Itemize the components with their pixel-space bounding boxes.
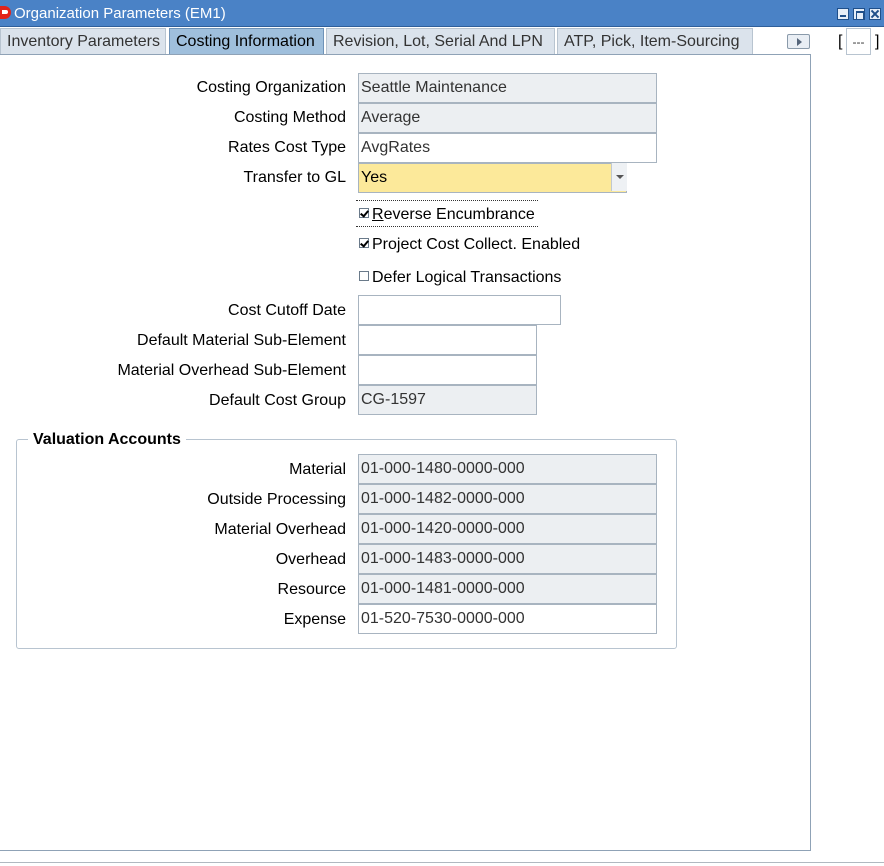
window-title: Organization Parameters (EM1) xyxy=(14,5,226,22)
expense-label: Expense xyxy=(283,611,346,628)
default-cost-group-label: Default Cost Group xyxy=(209,392,346,409)
outside-processing-field[interactable]: 01-000-1482-0000-000 xyxy=(358,484,657,514)
tab-atp-pick-item-sourcing[interactable]: ATP, Pick, Item-Sourcing xyxy=(557,28,753,55)
bottom-divider xyxy=(0,862,884,863)
resource-field[interactable]: 01-000-1481-0000-000 xyxy=(358,574,657,604)
tab-inventory-parameters[interactable]: Inventory Parameters xyxy=(0,28,166,55)
transfer-to-gl-select[interactable]: Yes xyxy=(358,163,627,193)
valuation-accounts-title: Valuation Accounts xyxy=(28,431,186,449)
material-overhead-label: Material Overhead xyxy=(214,521,346,538)
reverse-encumbrance-mnemonic: R xyxy=(372,206,384,223)
open-bracket: [ xyxy=(838,33,843,50)
tab-costing-information[interactable]: Costing Information xyxy=(169,28,324,56)
cost-cutoff-date-field[interactable] xyxy=(358,295,561,325)
default-cost-group-field[interactable]: CG-1597 xyxy=(358,385,537,415)
close-bracket: ] xyxy=(875,33,880,50)
costing-method-field[interactable]: Average xyxy=(358,103,657,133)
rates-cost-type-label: Rates Cost Type xyxy=(228,139,346,156)
chevron-down-icon[interactable] xyxy=(611,163,627,191)
outside-processing-label: Outside Processing xyxy=(207,491,346,508)
resource-label: Resource xyxy=(277,581,346,598)
cost-cutoff-date-label: Cost Cutoff Date xyxy=(228,302,346,319)
overhead-field[interactable]: 01-000-1483-0000-000 xyxy=(358,544,657,574)
reverse-encumbrance-label-rest: everse Encumbrance xyxy=(383,206,535,223)
material-account-field[interactable]: 01-000-1480-0000-000 xyxy=(358,454,657,484)
tab-revision-lot-serial-lpn[interactable]: Revision, Lot, Serial And LPN xyxy=(326,28,555,55)
default-material-sub-label: Default Material Sub-Element xyxy=(137,332,346,349)
material-overhead-sub-label: Material Overhead Sub-Element xyxy=(117,362,346,379)
tab-scroll-right-icon[interactable] xyxy=(787,34,810,49)
minimize-icon[interactable] xyxy=(837,8,849,20)
maximize-icon[interactable] xyxy=(853,8,865,20)
material-overhead-sub-field[interactable] xyxy=(358,355,537,385)
project-cost-collect-checkbox[interactable] xyxy=(359,238,369,248)
window-titlebar: Organization Parameters (EM1) xyxy=(0,0,884,27)
project-cost-collect-label: Project Cost Collect. Enabled xyxy=(372,236,581,253)
costing-method-label: Costing Method xyxy=(233,109,346,126)
material-overhead-field[interactable]: 01-000-1420-0000-000 xyxy=(358,514,657,544)
transfer-to-gl-label: Transfer to GL xyxy=(243,169,346,186)
close-icon[interactable] xyxy=(869,8,881,20)
costing-org-field[interactable]: Seattle Maintenance xyxy=(358,73,657,103)
reverse-encumbrance-label: Reverse Encumbrance xyxy=(372,206,535,224)
tab-list-field[interactable]: --- xyxy=(846,28,871,55)
tab-bar: Inventory Parameters Costing Information… xyxy=(0,27,884,56)
default-material-sub-field[interactable] xyxy=(358,325,537,355)
overhead-label: Overhead xyxy=(275,551,346,568)
material-account-label: Material xyxy=(289,461,346,478)
expense-field[interactable]: 01-520-7530-0000-000 xyxy=(358,604,657,634)
costing-org-label: Costing Organization xyxy=(196,79,346,96)
defer-logical-checkbox[interactable] xyxy=(359,271,369,281)
reverse-encumbrance-checkbox[interactable] xyxy=(359,208,369,218)
defer-logical-label: Defer Logical Transactions xyxy=(372,269,562,286)
rates-cost-type-field[interactable]: AvgRates xyxy=(358,133,657,163)
oracle-logo-icon xyxy=(0,6,11,19)
